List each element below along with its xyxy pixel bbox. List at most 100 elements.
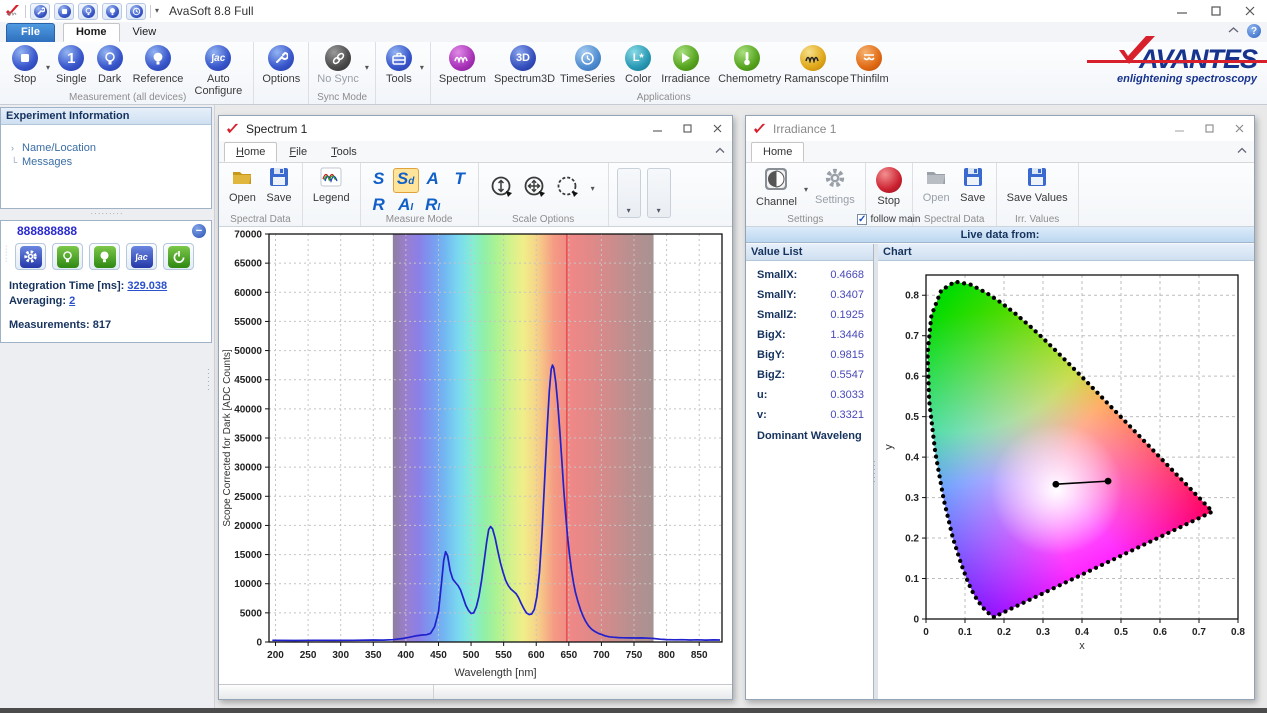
group-label-irr-values: Irr. Values <box>997 214 1078 225</box>
irradiance-tab-home[interactable]: Home <box>751 142 804 162</box>
value-list-panel: Value List SmallX:0.4668 SmallY:0.3407 S… <box>746 244 874 699</box>
tab-file[interactable]: File <box>6 23 55 42</box>
cie-chart-area[interactable]: 00.10.20.30.40.50.60.70.800.10.20.30.40.… <box>878 261 1254 699</box>
quick-access-customize-caret[interactable]: ▾ <box>155 7 159 15</box>
open-button[interactable]: Open <box>224 166 261 205</box>
quick-access-dark-button[interactable] <box>78 3 98 20</box>
sync-dropdown-caret[interactable]: ▾ <box>363 63 371 72</box>
device-settings-button[interactable] <box>15 243 46 270</box>
spectrum-tab-file[interactable]: File <box>277 142 319 162</box>
minimize-button[interactable] <box>1164 117 1194 141</box>
device-dark-button[interactable] <box>52 243 83 270</box>
settings-button[interactable]: Settings <box>810 166 860 207</box>
avantes-tagline: enlightening spectroscopy <box>1117 73 1257 85</box>
spectrum-tab-home[interactable]: Home <box>224 142 277 162</box>
minimize-button[interactable] <box>642 117 672 141</box>
device-autoconfig-button[interactable]: ∫ac <box>126 243 157 270</box>
mode-absorbance-button[interactable]: A <box>420 168 446 193</box>
value-list-resize-handle[interactable]: · · · · · · <box>873 460 877 484</box>
open-button[interactable]: Open <box>918 166 955 205</box>
averaging-value[interactable]: 2 <box>69 295 75 307</box>
tools-dropdown-caret[interactable]: ▾ <box>418 63 426 72</box>
tools-button[interactable]: Tools <box>380 44 418 86</box>
tab-home[interactable]: Home <box>63 23 120 42</box>
scale-vertical-button[interactable] <box>490 175 514 202</box>
tree-item-messages[interactable]: └Messages <box>11 155 205 169</box>
app-irradiance-button[interactable]: Irradiance <box>657 44 714 86</box>
legend-button[interactable]: Legend <box>308 166 355 205</box>
auto-configure-button[interactable]: ∫acAuto Configure <box>187 44 249 98</box>
spectrum3d-icon: 3D <box>510 45 536 71</box>
app-thinfilm-button[interactable]: Thinfilm <box>846 44 893 86</box>
spectrum-titlebar[interactable]: Spectrum 1 <box>219 116 732 141</box>
spectrum-chart-area[interactable]: 0500010000150002000025000300003500040000… <box>219 227 732 684</box>
close-button[interactable] <box>1233 0 1267 22</box>
reference-button[interactable]: Reference <box>129 44 188 86</box>
toolbar-collapse-icon[interactable] <box>1237 145 1247 157</box>
stop-dropdown-caret[interactable]: ▾ <box>44 63 52 72</box>
minimize-button[interactable] <box>1165 0 1199 22</box>
scale-full-button[interactable] <box>523 175 547 202</box>
save-button[interactable]: Save <box>261 166 297 205</box>
app-color-button[interactable]: L*Color <box>619 44 657 86</box>
app-spectrum3d-button[interactable]: 3DSpectrum3D <box>490 44 556 86</box>
follow-main-checkbox[interactable]: ✓follow main <box>866 214 912 225</box>
irradiance-titlebar[interactable]: Irradiance 1 <box>746 116 1254 141</box>
tree-item-name-location[interactable]: ›Name/Location <box>11 141 205 155</box>
spectrum-tab-tools[interactable]: Tools <box>319 142 369 162</box>
quick-access-stop-button[interactable] <box>54 3 74 20</box>
mode-transmittance-button[interactable]: T <box>447 168 473 193</box>
integration-time-value[interactable]: 329.038 <box>127 280 167 292</box>
app-ramanscope-button[interactable]: Ramanscope <box>780 44 846 86</box>
svg-text:5000: 5000 <box>240 608 263 619</box>
app-spectrum-button[interactable]: Spectrum <box>435 44 490 86</box>
svg-text:0.5: 0.5 <box>905 412 919 423</box>
experiment-info-panel: Experiment Information ›Name/Location └M… <box>0 107 212 209</box>
toolbar-collapse-icon[interactable] <box>715 145 725 157</box>
device-toolbar-handle[interactable]: · · · · · · <box>5 245 9 268</box>
maximize-button[interactable] <box>1194 117 1224 141</box>
save-button[interactable]: Save <box>955 166 991 205</box>
spectrum-chart[interactable]: 0500010000150002000025000300003500040000… <box>219 227 732 684</box>
options-button[interactable]: Options <box>258 44 304 86</box>
mode-scope-minus-dark-button[interactable]: Sd <box>393 168 419 193</box>
quick-access-reference-button[interactable] <box>102 3 122 20</box>
floppy-icon <box>1027 167 1047 190</box>
stop-button[interactable]: Stop <box>6 44 44 86</box>
toolbox-icon <box>386 45 412 71</box>
app-timeseries-button[interactable]: TimeSeries <box>556 44 619 86</box>
sidebar-splitter[interactable]: ········· <box>0 209 214 218</box>
checkbox-icon[interactable]: ✓ <box>857 214 867 225</box>
folder-icon <box>925 167 947 190</box>
extra-dropdown-1[interactable]: ▾ <box>617 168 641 218</box>
dark-button[interactable]: Dark <box>91 44 129 86</box>
mode-scope-button[interactable]: S <box>366 168 392 193</box>
device-power-button[interactable] <box>163 243 194 270</box>
collapse-device-button[interactable]: − <box>192 224 206 238</box>
close-button[interactable] <box>702 117 732 141</box>
ribbon-collapse-icon[interactable] <box>1228 25 1239 37</box>
app-chemometry-button[interactable]: Chemometry <box>714 44 780 86</box>
expand-icon[interactable]: › <box>11 143 19 153</box>
help-icon[interactable]: ? <box>1247 24 1261 38</box>
channel-button[interactable]: Channel <box>751 166 802 209</box>
quick-access-autoconfig-button[interactable] <box>126 3 146 20</box>
quick-access-options-button[interactable] <box>30 3 50 20</box>
scale-dropdown-caret[interactable]: ▾ <box>589 184 597 193</box>
extra-dropdown-2[interactable]: ▾ <box>647 168 671 218</box>
channel-dropdown-caret[interactable]: ▾ <box>802 185 810 194</box>
save-values-button[interactable]: Save Values <box>1002 166 1073 205</box>
sidebar-resize-handle[interactable]: · · · · · · <box>207 368 212 392</box>
maximize-button[interactable] <box>672 117 702 141</box>
cie-chromaticity-chart[interactable]: 00.10.20.30.40.50.60.70.800.10.20.30.40.… <box>878 261 1252 657</box>
single-button[interactable]: 1Single <box>52 44 91 86</box>
value-row: BigY:0.9815 <box>746 345 873 365</box>
tab-view[interactable]: View <box>120 23 170 42</box>
maximize-button[interactable] <box>1199 0 1233 22</box>
scale-zoom-button[interactable] <box>556 175 580 202</box>
irradiance-stop-button[interactable]: Stop <box>871 166 907 208</box>
group-label-irr-spectral-data: Spectral Data <box>913 214 996 225</box>
device-reference-button[interactable] <box>89 243 120 270</box>
close-button[interactable] <box>1224 117 1254 141</box>
no-sync-button[interactable]: No Sync <box>313 44 363 86</box>
